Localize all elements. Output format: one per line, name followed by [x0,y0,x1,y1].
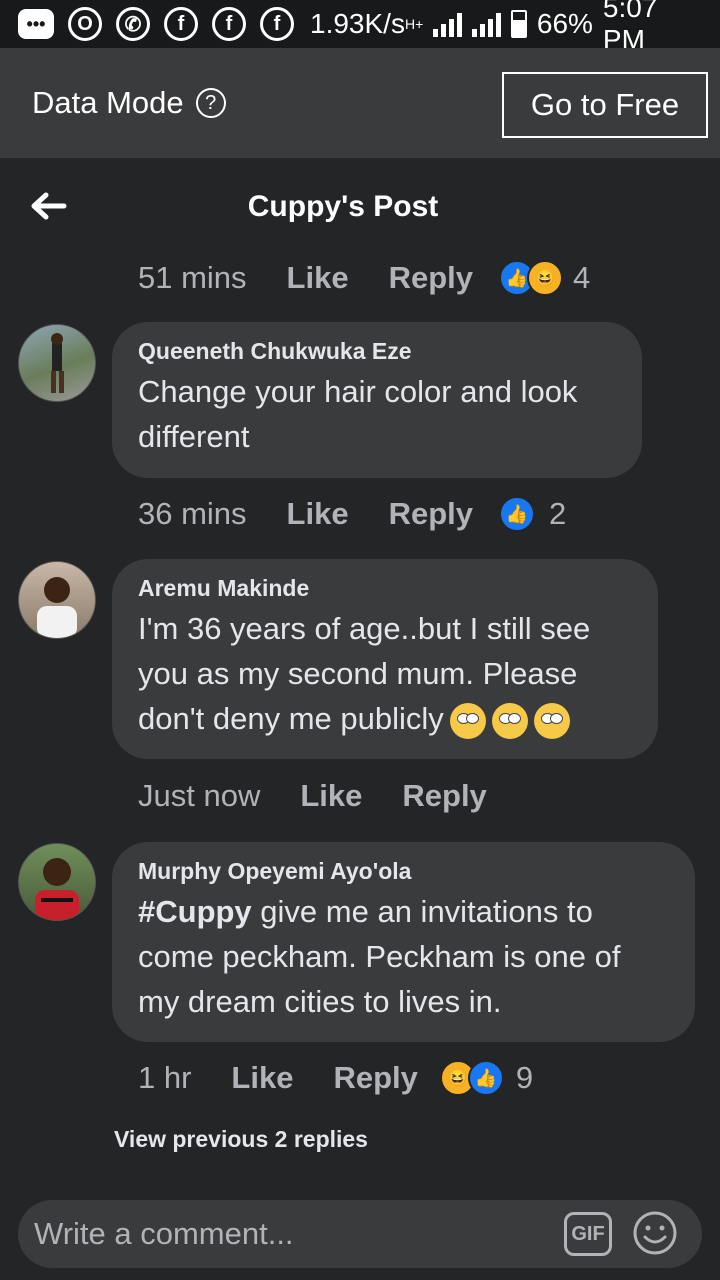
battery-icon [511,10,527,38]
post-header: Cuppy's Post [0,158,720,258]
help-icon[interactable]: ? [195,88,226,118]
reply-button[interactable]: Reply [389,260,473,296]
like-button[interactable]: Like [287,260,349,296]
facebook-icon: f [260,7,294,41]
comment-bubble[interactable]: Murphy Opeyemi Ayo'ola #Cuppy give me an… [112,842,695,1042]
signal-icon [472,11,502,37]
comment-time: 1 hr [138,1060,192,1095]
opera-icon: O [68,7,102,41]
comment-meta: Just now Like Reply [138,778,487,814]
reaction-count: 9 [515,1060,534,1095]
facebook-icon: f [164,7,198,41]
comment-input[interactable]: Write a comment... GIF [18,1200,702,1268]
reaction-summary[interactable]: 👍 2 [499,496,566,532]
comment-time: Just now [138,778,261,813]
reaction-summary[interactable]: 👍 😆 4 [499,260,590,296]
haha-reaction-icon: 😆 [527,260,563,296]
comment-author[interactable]: Queeneth Chukwuka Eze [138,338,616,365]
avatar[interactable] [18,324,96,402]
comment-author[interactable]: Murphy Opeyemi Ayo'ola [138,858,669,885]
gif-icon[interactable]: GIF [564,1212,612,1256]
like-button[interactable]: Like [300,778,362,814]
page-title: Cuppy's Post [247,190,439,223]
comment-bubble[interactable]: Aremu Makinde I'm 36 years of age..but I… [112,559,658,759]
rolling-eyes-emoji [491,702,528,739]
reaction-count: 4 [573,260,591,295]
view-previous-replies-link[interactable]: View previous 2 replies [114,1126,368,1153]
like-button[interactable]: Like [231,1060,293,1096]
comment-time: 51 mins [138,260,247,295]
reply-button[interactable]: Reply [333,1060,417,1096]
facebook-icon: f [212,7,246,41]
reaction-count: 2 [549,496,567,531]
hashtag-link[interactable]: #Cuppy [138,894,252,929]
data-mode-label: Data Mode [32,85,184,120]
comment-meta: 1 hr Like Reply 😆 👍 9 [138,1060,533,1096]
network-type: H+ [404,16,424,32]
comment-time: 36 mins [138,496,247,531]
reply-button[interactable]: Reply [389,496,473,532]
comment-placeholder: Write a comment... [34,1216,294,1251]
like-reaction-icon: 👍 [467,1060,504,1096]
battery-level: 66% [536,8,593,39]
emoji-icon[interactable] [632,1210,678,1256]
reaction-summary[interactable]: 😆 👍 9 [439,1060,534,1096]
status-bar: ••• O ✆ f f f 1.93K/s H+ 66% 5:07 PM [0,0,720,55]
like-reaction-icon: 👍 [499,496,535,532]
comment-author[interactable]: Aremu Makinde [138,575,632,602]
rolling-eyes-emoji [449,702,486,739]
comment-text: Change your hair color and look differen… [138,374,578,454]
avatar[interactable] [18,843,96,921]
comment-meta: 36 mins Like Reply 👍 2 [138,496,566,532]
avatar[interactable] [18,561,96,639]
comment-composer: Write a comment... GIF [0,1188,720,1280]
go-to-free-button[interactable]: Go to Free [502,72,708,138]
network-speed: 1.93K/s [310,8,405,39]
reply-button[interactable]: Reply [402,778,486,814]
comment-meta: 51 mins Like Reply 👍 😆 4 [138,260,590,296]
signal-icon [433,11,463,37]
whatsapp-icon: ✆ [116,7,150,41]
comment-bubble[interactable]: Queeneth Chukwuka Eze Change your hair c… [112,322,642,478]
messages-icon: ••• [18,9,54,39]
comments-feed[interactable]: 51 mins Like Reply 👍 😆 4 Queeneth Chukwu… [0,258,720,1189]
like-button[interactable]: Like [287,496,349,532]
rolling-eyes-emoji [533,702,570,739]
